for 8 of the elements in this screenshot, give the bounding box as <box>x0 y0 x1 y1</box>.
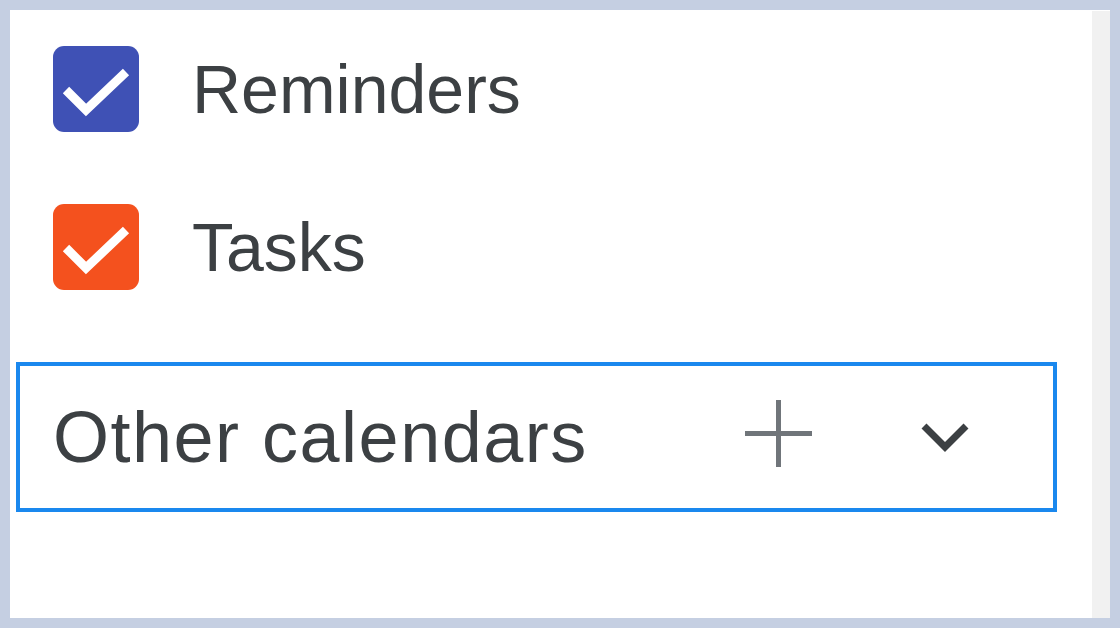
calendar-name: Reminders <box>192 55 521 123</box>
checkbox[interactable] <box>53 204 139 290</box>
plus-icon[interactable] <box>745 400 812 467</box>
section-title: Other calendars <box>53 401 588 473</box>
calendar-name: Tasks <box>192 213 366 281</box>
chevron-down-icon[interactable] <box>920 422 970 452</box>
scrollbar[interactable] <box>1092 11 1110 618</box>
checkbox[interactable] <box>53 46 139 132</box>
